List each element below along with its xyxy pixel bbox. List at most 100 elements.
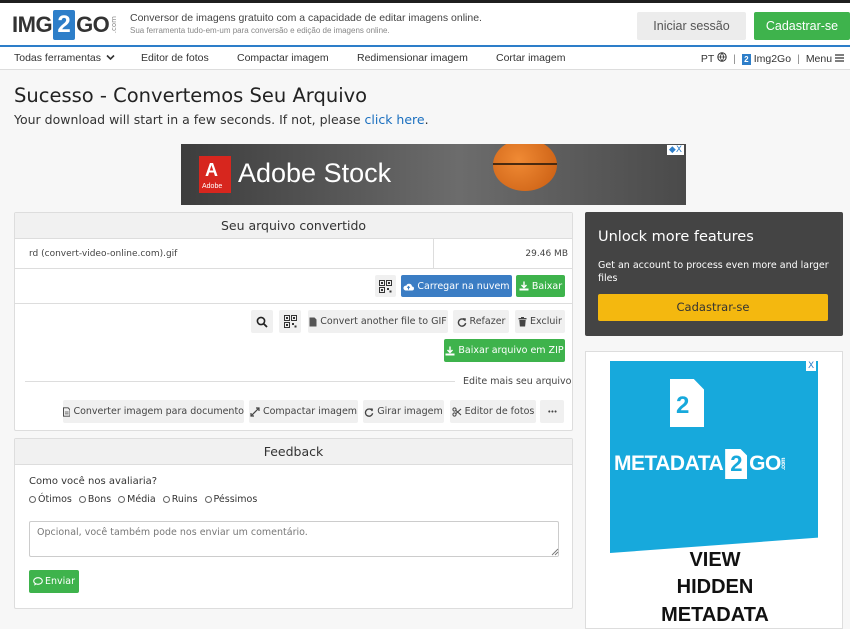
tool-rotate-button[interactable]: Girar imagem (363, 400, 444, 423)
nav-item-photo-editor[interactable]: Editor de fotos (141, 52, 209, 64)
upload-cloud-label: Carregar na nuvem (417, 280, 510, 292)
nav-divider: | (797, 52, 800, 65)
ad-banner[interactable]: A Adobe Adobe Stock ◆X (181, 144, 686, 205)
file-name: rd (convert-video-online.com).gif (29, 249, 178, 259)
logo-img-text: IMG (12, 12, 53, 37)
basketball-image (493, 144, 557, 191)
file-row-divider (433, 239, 434, 269)
rating-option-good[interactable]: Bons (78, 494, 112, 505)
signup-button[interactable]: Cadastrar-se (754, 12, 850, 40)
ad-line-hidden: HIDDEN (676, 576, 754, 598)
download-notice-text: Your download will start in a few second… (14, 112, 365, 127)
comment-textarea[interactable]: Opcional, você também pode nos enviar um… (29, 521, 559, 557)
tool-convert-document-label: Converter imagem para documento (73, 406, 244, 417)
adobe-logo-word: Adobe (202, 183, 223, 190)
download-zip-label: Baixar arquivo em ZIP (458, 345, 564, 356)
nav-bar: Todas ferramentas Editor de fotos Compac… (0, 47, 850, 70)
search-button[interactable] (251, 310, 273, 333)
document-icon (63, 406, 71, 417)
rating-option-label: Péssimos (213, 494, 258, 505)
metadata-2-badge: 2 (725, 449, 748, 479)
more-tools-button[interactable]: ••• (540, 400, 564, 423)
menu-toggle[interactable]: Menu (806, 53, 844, 65)
radio-circle-icon (204, 496, 212, 503)
page-title: Sucesso - Convertemos Seu Arquivo (14, 84, 368, 107)
login-button[interactable]: Iniciar sessão (637, 12, 746, 40)
download-label: Baixar (531, 280, 563, 292)
nav-all-tools[interactable]: Todas ferramentas (14, 52, 115, 64)
logo-go-text: GO (76, 12, 110, 37)
search-icon (256, 316, 268, 328)
tool-compress-button[interactable]: Compactar imagem (249, 400, 358, 423)
ad-close-icon[interactable]: ◆X (666, 145, 684, 155)
nav-right-group: PT | 2 Img2Go | Menu (701, 52, 844, 65)
unlock-features-box: Unlock more features Get an account to p… (585, 212, 843, 336)
rating-option-label: Ruins (171, 494, 198, 505)
top-bar: IMG 2 GO .com Conversor de imagens gratu… (0, 0, 850, 46)
adobe-logo-letter: A (205, 160, 218, 180)
menu-label: Menu (805, 52, 833, 65)
download-notice: Your download will start in a few second… (14, 112, 429, 127)
rating-option-terrible[interactable]: Péssimos (204, 494, 258, 505)
radio-circle-icon (78, 496, 86, 503)
ad-banner-text: Adobe Stock (238, 158, 392, 188)
qr-code-button[interactable] (375, 275, 396, 297)
img2go-logo[interactable]: IMG 2 GO .com (12, 9, 118, 41)
download-button[interactable]: Baixar (516, 275, 565, 297)
tool-photo-editor-button[interactable]: Editor de fotos (450, 400, 536, 423)
tool-rotate-label: Girar imagem (377, 406, 443, 417)
language-selector[interactable]: PT (701, 52, 727, 65)
delete-button[interactable]: Excluir (515, 310, 565, 333)
scissors-icon (452, 406, 462, 417)
upload-cloud-button[interactable]: Carregar na nuvem (401, 275, 512, 297)
nav-item-compress[interactable]: Compactar imagem (237, 52, 329, 64)
nav-divider: | (733, 52, 736, 65)
qr-code-icon (379, 279, 392, 293)
rating-option-average[interactable]: Média (118, 494, 156, 505)
feedback-heading: Feedback (15, 439, 572, 465)
qr-code-button-2[interactable] (279, 310, 301, 333)
nav-all-tools-label: Todas ferramentas (14, 52, 101, 64)
nav-item-resize[interactable]: Redimensionar imagem (357, 52, 468, 64)
radio-circle-icon (118, 496, 126, 503)
brand-link[interactable]: 2 Img2Go (741, 52, 792, 65)
file-icon (309, 317, 317, 326)
rating-option-bad[interactable]: Ruins (162, 494, 198, 505)
rating-question: Como você nos avaliaria? (29, 476, 158, 487)
download-notice-end: . (424, 112, 429, 127)
cloud-upload-icon (403, 283, 415, 290)
rating-option-label: Bons (87, 494, 112, 505)
unlock-signup-button[interactable]: Cadastrar-se (598, 294, 828, 321)
ad-close-icon[interactable]: X (806, 361, 817, 371)
download-icon (519, 281, 529, 291)
convert-another-button[interactable]: Convert another file to GIF (308, 310, 448, 333)
doc-digit: 2 (676, 392, 690, 419)
edit-divider (25, 381, 455, 382)
rating-option-great[interactable]: Ótimos (29, 494, 72, 505)
redo-button[interactable]: Refazer (453, 310, 509, 333)
delete-label: Excluir (530, 316, 562, 327)
tool-compress-label: Compactar imagem (262, 406, 358, 417)
ad-line-view: VIEW (689, 549, 741, 571)
edit-more-label: Edite mais seu arquivo (463, 376, 572, 387)
tagline-sub: Sua ferramenta tudo-em-um para conversão… (130, 26, 390, 35)
adobe-logo: A Adobe (199, 156, 231, 193)
feedback-panel: Feedback Como você nos avaliaria? Ótimos… (14, 438, 573, 609)
send-feedback-button[interactable]: Enviar (29, 570, 79, 593)
img2go-mini-icon: 2 (741, 53, 751, 65)
ad-line-metadata: METADATA (661, 604, 769, 626)
download-zip-button[interactable]: Baixar arquivo em ZIP (444, 339, 565, 362)
click-here-link[interactable]: click here (365, 112, 425, 127)
brand-label: Img2Go (753, 52, 792, 65)
nav-item-crop[interactable]: Cortar imagem (496, 52, 565, 64)
logo-com-text: .com (110, 16, 119, 34)
metadata2go-ad[interactable]: X 2 METADATA 2 GO .com VIEW HIDDEN METAD… (585, 351, 843, 629)
resize-handle-icon[interactable] (551, 548, 559, 556)
tool-convert-document-button[interactable]: Converter imagem para documento (63, 400, 244, 423)
tagline-main: Conversor de imagens gratuito com a capa… (130, 12, 482, 24)
download-icon (445, 346, 455, 355)
trash-icon (518, 316, 527, 326)
chevron-down-icon (106, 54, 115, 61)
hamburger-icon (835, 53, 844, 62)
qr-code-icon (283, 315, 297, 328)
